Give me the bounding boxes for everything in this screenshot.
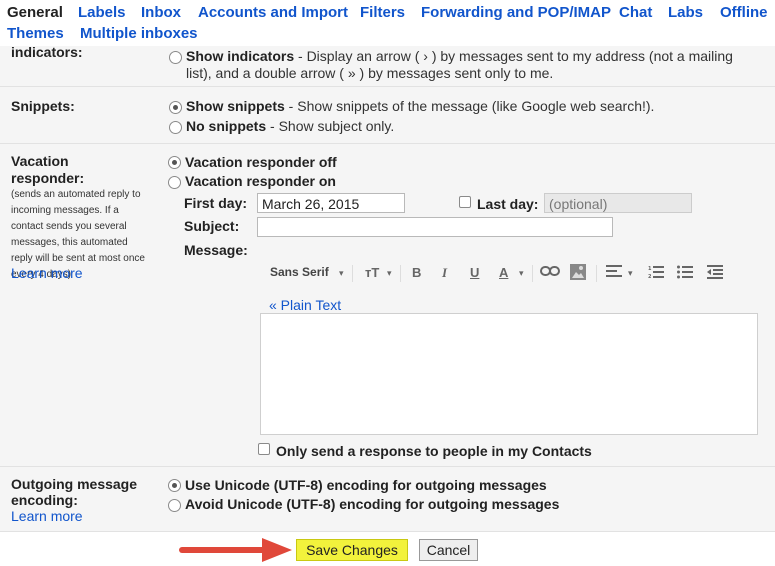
indicators-label: indicators: bbox=[11, 44, 83, 60]
show-snippets-title: Show snippets bbox=[186, 98, 285, 114]
show-indicators-title: Show indicators bbox=[186, 48, 295, 64]
tab-labels[interactable]: Labels bbox=[78, 4, 126, 21]
tab-chat[interactable]: Chat bbox=[619, 4, 652, 21]
show-indicators-radio[interactable] bbox=[169, 51, 182, 64]
tab-inbox[interactable]: Inbox bbox=[141, 4, 181, 21]
numbered-list-icon[interactable]: 12 bbox=[648, 265, 664, 282]
tab-forwarding-pop-imap[interactable]: Forwarding and POP/IMAP bbox=[421, 4, 611, 21]
tab-multiple-inboxes[interactable]: Multiple inboxes bbox=[80, 25, 198, 42]
toolbar-separator bbox=[400, 265, 401, 282]
toolbar-separator bbox=[596, 265, 597, 282]
show-snippets-text: Show snippets - Show snippets of the mes… bbox=[186, 98, 654, 114]
text-size-icon[interactable]: тT bbox=[365, 265, 379, 280]
no-snippets-desc: - Show subject only. bbox=[266, 118, 395, 134]
encoding-label-line2: encoding: bbox=[11, 492, 78, 508]
show-indicators-desc: - Display an arrow ( › ) by messages sen… bbox=[294, 48, 733, 64]
message-editor[interactable] bbox=[260, 313, 758, 435]
no-snippets-text: No snippets - Show subject only. bbox=[186, 118, 394, 134]
snippets-row bbox=[0, 87, 775, 143]
tab-filters[interactable]: Filters bbox=[360, 4, 405, 21]
use-unicode-label: Use Unicode (UTF-8) encoding for outgoin… bbox=[185, 477, 547, 493]
tab-offline[interactable]: Offline bbox=[720, 4, 768, 21]
first-day-input[interactable]: March 26, 2015 bbox=[257, 193, 405, 213]
vacation-off-radio[interactable] bbox=[168, 156, 181, 169]
chevron-down-icon: ▾ bbox=[519, 268, 524, 278]
avoid-unicode-radio[interactable] bbox=[168, 499, 181, 512]
cancel-button[interactable]: Cancel bbox=[419, 539, 478, 561]
bulleted-list-icon[interactable] bbox=[677, 265, 693, 282]
toolbar-separator bbox=[532, 265, 533, 282]
tab-labs[interactable]: Labs bbox=[668, 4, 703, 21]
chevron-down-icon: ▾ bbox=[339, 268, 344, 278]
underline-icon[interactable]: U bbox=[470, 265, 479, 280]
snippets-label: Snippets: bbox=[11, 98, 75, 114]
pointer-arrow-icon bbox=[179, 538, 292, 562]
svg-text:2: 2 bbox=[648, 274, 652, 279]
message-label: Message: bbox=[184, 242, 248, 258]
toolbar-separator bbox=[352, 265, 353, 282]
last-day-input[interactable]: (optional) bbox=[544, 193, 692, 213]
tab-accounts-import[interactable]: Accounts and Import bbox=[198, 4, 348, 21]
divider bbox=[0, 531, 775, 532]
show-indicators-text: Show indicators - Display an arrow ( › )… bbox=[186, 48, 733, 64]
vacation-off-label: Vacation responder off bbox=[185, 154, 337, 170]
first-day-label: First day: bbox=[184, 195, 248, 211]
align-icon[interactable] bbox=[606, 265, 622, 280]
chevron-down-icon: ▾ bbox=[387, 268, 392, 278]
font-select[interactable]: Sans Serif bbox=[270, 265, 329, 279]
indent-less-icon[interactable] bbox=[707, 265, 723, 282]
italic-icon[interactable]: I bbox=[442, 265, 447, 281]
vacation-label-line2: responder: bbox=[11, 170, 85, 186]
contacts-only-label: Only send a response to people in my Con… bbox=[276, 443, 592, 459]
avoid-unicode-label: Avoid Unicode (UTF-8) encoding for outgo… bbox=[185, 496, 560, 512]
encoding-learn-more-link[interactable]: Learn more bbox=[11, 508, 83, 524]
editor-toolbar: Sans Serif ▾ тT ▾ B I U A ▾ ▾ 12 bbox=[261, 255, 756, 291]
vacation-on-radio[interactable] bbox=[168, 176, 181, 189]
vacation-on-label: Vacation responder on bbox=[185, 173, 336, 189]
contacts-only-checkbox[interactable] bbox=[258, 443, 270, 455]
show-snippets-desc: - Show snippets of the message (like Goo… bbox=[284, 98, 655, 114]
image-icon[interactable] bbox=[570, 264, 586, 283]
vacation-learn-more-link[interactable]: Learn more bbox=[11, 265, 83, 281]
encoding-label-line1: Outgoing message bbox=[11, 476, 138, 492]
no-snippets-title: No snippets bbox=[186, 118, 267, 134]
chevron-down-icon: ▾ bbox=[628, 268, 633, 278]
last-day-label: Last day: bbox=[477, 196, 539, 212]
use-unicode-radio[interactable] bbox=[168, 479, 181, 492]
subject-input[interactable] bbox=[257, 217, 613, 237]
subject-label: Subject: bbox=[184, 218, 240, 234]
show-indicators-desc-line2: list), and a double arrow ( » ) by messa… bbox=[186, 65, 554, 81]
svg-text:1: 1 bbox=[648, 266, 652, 272]
link-icon[interactable] bbox=[540, 265, 560, 280]
no-snippets-radio[interactable] bbox=[169, 121, 182, 134]
show-snippets-radio[interactable] bbox=[169, 101, 182, 114]
settings-tabs: General Labels Inbox Accounts and Import… bbox=[0, 0, 775, 46]
text-color-icon[interactable]: A bbox=[499, 265, 508, 280]
tab-general[interactable]: General bbox=[7, 4, 63, 21]
save-changes-button[interactable]: Save Changes bbox=[296, 539, 408, 561]
bold-icon[interactable]: B bbox=[412, 265, 421, 280]
plain-text-link[interactable]: « Plain Text bbox=[269, 297, 341, 313]
last-day-checkbox[interactable] bbox=[459, 196, 471, 208]
tab-themes[interactable]: Themes bbox=[7, 25, 64, 42]
vacation-label-line1: Vacation bbox=[11, 153, 69, 169]
